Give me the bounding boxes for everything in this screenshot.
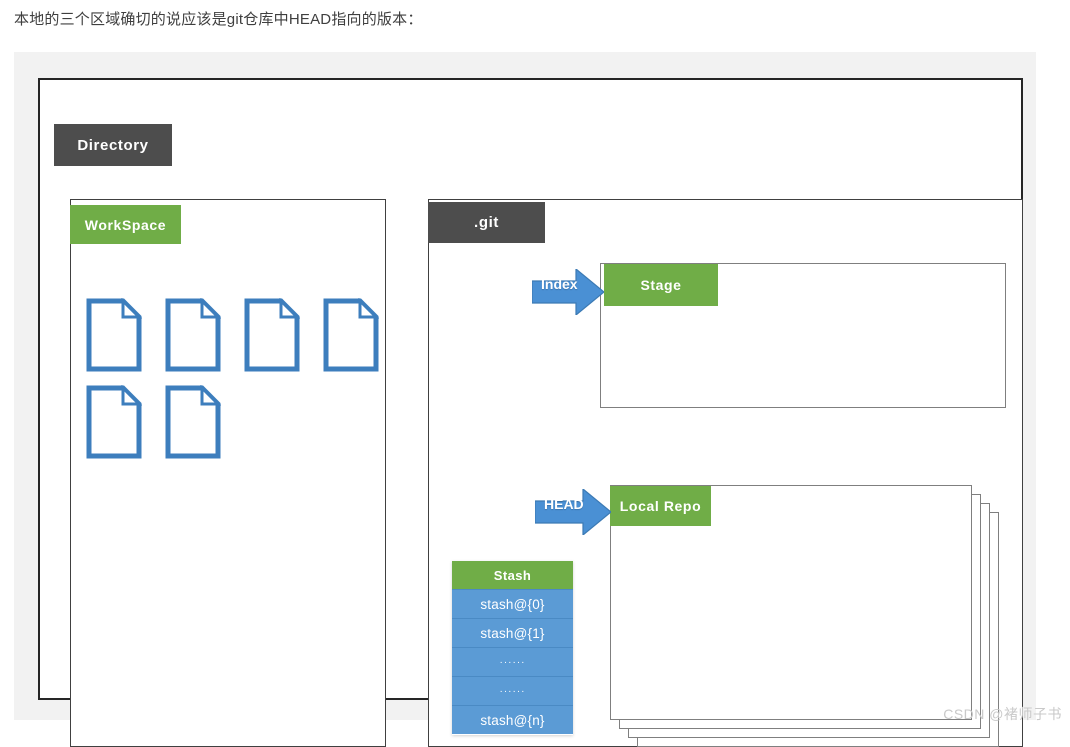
document-outline-icon bbox=[86, 385, 142, 459]
stage-label: Stage bbox=[604, 264, 718, 306]
directory-label: Directory bbox=[54, 124, 172, 166]
document-outline-icon bbox=[165, 298, 221, 372]
document-outline-icon bbox=[244, 298, 300, 372]
stash-row: stash@{0} bbox=[452, 589, 573, 618]
stash-row: stash@{1} bbox=[452, 618, 573, 647]
document-outline-icon bbox=[165, 385, 221, 459]
file-item bbox=[165, 298, 244, 385]
workspace-container bbox=[70, 199, 386, 747]
page-caption: 本地的三个区域确切的说应该是git仓库中HEAD指向的版本： bbox=[14, 11, 423, 28]
index-arrow-label: Index bbox=[541, 276, 578, 292]
stash-row: ······ bbox=[452, 676, 573, 705]
stash-row: ······ bbox=[452, 647, 573, 676]
stash-table: Stash stash@{0} stash@{1} ······ ······ … bbox=[452, 561, 573, 735]
stash-header: Stash bbox=[452, 561, 573, 589]
git-label: .git bbox=[428, 202, 545, 243]
file-item bbox=[244, 298, 323, 385]
workspace-label: WorkSpace bbox=[70, 205, 181, 244]
document-outline-icon bbox=[86, 298, 142, 372]
file-item bbox=[165, 385, 244, 472]
local-repo-label: Local Repo bbox=[610, 486, 711, 526]
workspace-file-grid bbox=[86, 298, 402, 472]
diagram-figure: Directory WorkSpace .git Stage Index Loc… bbox=[14, 52, 1036, 747]
document-outline-icon bbox=[323, 298, 379, 372]
file-item bbox=[86, 385, 165, 472]
stash-row: stash@{n} bbox=[452, 705, 573, 734]
file-item bbox=[86, 298, 165, 385]
file-item bbox=[323, 298, 402, 385]
csdn-watermark: CSDN @褚师子书 bbox=[943, 706, 1062, 722]
head-arrow-label: HEAD bbox=[544, 496, 584, 512]
